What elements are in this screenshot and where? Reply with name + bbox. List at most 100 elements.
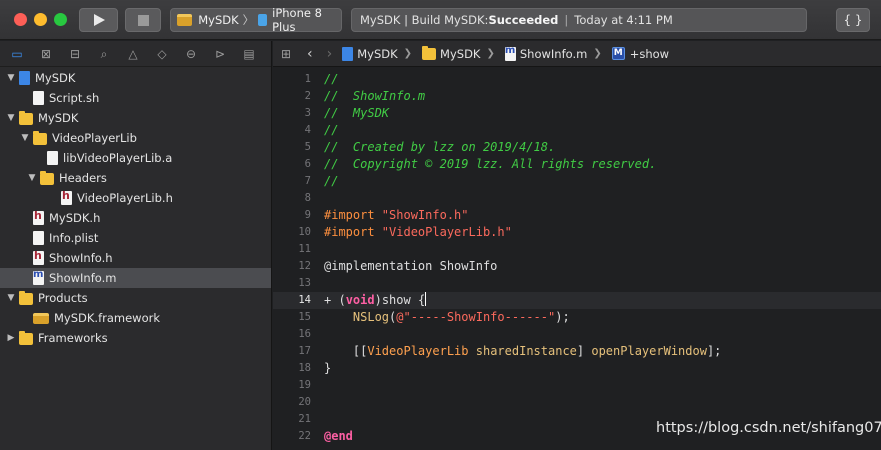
disclosure-triangle-icon[interactable]: ▼: [6, 293, 16, 303]
tree-item[interactable]: ▼ MySDK: [0, 108, 271, 128]
library-button[interactable]: { }: [836, 8, 870, 32]
preprocessor-token: #import: [324, 225, 382, 239]
breadcrumb-project[interactable]: MySDK ❯: [342, 46, 412, 61]
tree-item-label: VideoPlayerLib: [52, 131, 137, 145]
tree-item-label: MySDK: [35, 71, 76, 85]
code-text: + (void)show {: [324, 292, 427, 309]
comment-token: // Created by lzz on 2019/4/18.: [324, 140, 556, 154]
forward-arrow-icon[interactable]: ›: [327, 46, 333, 62]
navigator-tabs: ▭ ⊠ ⊟ ⌕ △ ◇ ⊖ ⊳ ▤: [0, 41, 271, 67]
play-icon: [94, 14, 105, 26]
h-file-icon: [33, 249, 44, 265]
code-token: ];: [706, 344, 722, 358]
stop-button[interactable]: [125, 8, 161, 32]
tree-item[interactable]: Script.sh: [0, 88, 271, 108]
breakpoint-icon[interactable]: ⊳: [212, 46, 228, 62]
breadcrumb-group[interactable]: MySDK ❯: [422, 46, 495, 61]
comment-token: // Copyright © 2019 lzz. All rights rese…: [324, 157, 657, 171]
zoom-window-button[interactable]: [54, 13, 67, 26]
tree-item[interactable]: VideoPlayerLib.h: [0, 188, 271, 208]
folder-icon: [422, 46, 437, 60]
class-token: VideoPlayerLib: [367, 344, 469, 358]
code-token: );: [555, 310, 570, 324]
string-token: "ShowInfo.h": [381, 208, 469, 222]
jump-bar: ⊞ ‹ › MySDK ❯ MySDK ❯ ShowInfo.m ❯ M +sh…: [273, 41, 881, 67]
line-number: 13: [298, 277, 311, 289]
scheme-selector[interactable]: MySDK 〉 iPhone 8 Plus: [170, 6, 342, 34]
breadcrumb-file[interactable]: ShowInfo.m ❯: [504, 45, 602, 61]
code-token: }: [324, 361, 332, 375]
search-icon[interactable]: ⌕: [96, 46, 112, 62]
h-file-icon: [33, 209, 44, 225]
tree-item[interactable]: ▼ VideoPlayerLib: [0, 128, 271, 148]
line-number: 11: [298, 243, 311, 255]
code-text: //: [324, 122, 338, 139]
code-token: ]: [576, 344, 592, 358]
disclosure-triangle-icon[interactable]: ▼: [6, 113, 16, 123]
code-text: // ShowInfo.m: [324, 88, 425, 105]
disclosure-triangle-icon[interactable]: ▶: [6, 333, 16, 343]
back-arrow-icon[interactable]: ‹: [307, 46, 313, 62]
comment-token: //: [324, 123, 339, 137]
code-text: @end: [324, 428, 353, 445]
code-line: 9 #import "ShowInfo.h": [273, 207, 881, 224]
minimize-window-button[interactable]: [34, 13, 47, 26]
line-number: 1: [304, 73, 311, 85]
tree-item[interactable]: libVideoPlayerLib.a: [0, 148, 271, 168]
tree-item[interactable]: ShowInfo.h: [0, 248, 271, 268]
tree-item[interactable]: ShowInfo.m: [0, 268, 271, 288]
tree-item[interactable]: MySDK.h: [0, 208, 271, 228]
disclosure-triangle-icon[interactable]: ▼: [6, 73, 16, 83]
status-result: Succeeded: [488, 13, 559, 27]
line-number: 10: [298, 226, 311, 238]
code-text: // Copyright © 2019 lzz. All rights rese…: [324, 156, 656, 173]
code-text: //: [324, 71, 338, 88]
tree-item[interactable]: ▶ Frameworks: [0, 328, 271, 348]
archive-icon: [47, 151, 58, 165]
tree-item[interactable]: Info.plist: [0, 228, 271, 248]
test-icon[interactable]: ⊖: [183, 46, 199, 62]
x-box-icon[interactable]: ⊠: [38, 46, 54, 62]
code-text: NSLog(@"-----ShowInfo------");: [324, 309, 570, 326]
message-icon[interactable]: ▤: [241, 46, 257, 62]
line-number: 5: [304, 141, 311, 153]
tree-item[interactable]: ▼ MySDK: [0, 68, 271, 88]
tree-item-label: ShowInfo.m: [49, 271, 117, 285]
code-text: // MySDK: [324, 105, 389, 122]
related-items-icon[interactable]: ⊞: [281, 47, 295, 61]
breadcrumb-label: MySDK: [440, 46, 481, 61]
line-number: 12: [298, 260, 311, 272]
diamond-icon[interactable]: ◇: [154, 46, 170, 62]
run-button[interactable]: [79, 8, 118, 32]
disclosure-triangle-icon[interactable]: ▼: [27, 173, 37, 183]
disclosure-triangle-icon[interactable]: ▼: [20, 133, 30, 143]
code-token: @implementation ShowInfo: [324, 259, 498, 273]
line-number: 22: [298, 430, 311, 442]
chevron-right-icon: ❯: [486, 48, 495, 59]
file-icon: [33, 91, 44, 105]
tree-item[interactable]: MySDK.framework: [0, 308, 271, 328]
code-line: 3 // MySDK: [273, 105, 881, 122]
tree-item[interactable]: ▼ Products: [0, 288, 271, 308]
folder-icon: [33, 130, 47, 145]
tree-item-label: MySDK.framework: [54, 311, 161, 325]
chevron-right-icon: ❯: [593, 48, 602, 59]
tree-item[interactable]: ▼ Headers: [0, 168, 271, 188]
code-line: 17 [[VideoPlayerLib sharedInstance] open…: [273, 343, 881, 360]
watermark: https://blog.csdn.net/shifang07: [656, 420, 881, 436]
code-token: + (: [324, 293, 346, 307]
comment-token: // MySDK: [324, 106, 390, 120]
close-window-button[interactable]: [14, 13, 27, 26]
line-number: 4: [304, 124, 311, 136]
hierarchy-icon[interactable]: ⊟: [67, 46, 83, 62]
code-line: 10 #import "VideoPlayerLib.h": [273, 224, 881, 241]
tree-item-label: libVideoPlayerLib.a: [63, 151, 173, 165]
code-line: 18}: [273, 360, 881, 377]
code-line: 7 //: [273, 173, 881, 190]
breadcrumb-method[interactable]: M +show: [611, 47, 669, 61]
warning-icon[interactable]: △: [125, 46, 141, 62]
folder-icon[interactable]: ▭: [9, 46, 25, 62]
code-line: 15 NSLog(@"-----ShowInfo------");: [273, 309, 881, 326]
code-area[interactable]: 1 // 2 // ShowInfo.m 3 // MySDK 4 // 5 // Created…: [273, 68, 881, 450]
line-number: 20: [298, 396, 311, 408]
